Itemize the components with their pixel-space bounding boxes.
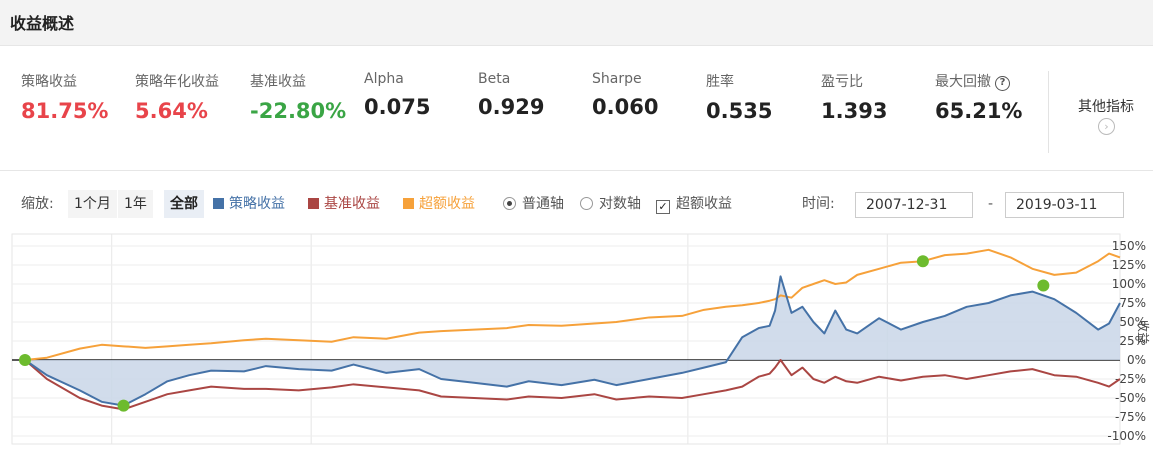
date-end-input[interactable]: 2019-03-11 (1005, 192, 1124, 218)
metric-label-text: 最大回撤 (935, 74, 991, 90)
legend-swatch (213, 198, 224, 209)
date-start-input[interactable]: 2007-12-31 (855, 192, 973, 218)
y-tick-label: 150% (1112, 239, 1146, 253)
radio-icon (580, 197, 593, 210)
metric-value: 65.21% (935, 99, 1023, 123)
metric-value: 81.75% (21, 99, 109, 123)
chart-toolbar: 缩放: 1个月 1年 全部 策略收益 基准收益 超额收益 普通轴 对数轴 ✓ 超额… (0, 190, 1153, 220)
y-tick-label: 125% (1112, 258, 1146, 272)
metric-profit-loss-ratio: 盈亏比 1.393 (821, 71, 887, 123)
metric-strategy-return: 策略收益 81.75% (21, 71, 108, 123)
y-tick-label: 0% (1127, 353, 1146, 367)
metric-value: 0.060 (592, 95, 659, 119)
zoom-1-year-button[interactable]: 1年 (118, 190, 153, 218)
metric-label: 策略年化收益 (135, 74, 219, 90)
metric-label: 盈亏比 (821, 74, 863, 90)
zoom-all-button[interactable]: 全部 (164, 190, 204, 218)
metric-max-drawdown: 最大回撤? 65.21% (935, 71, 1022, 123)
legend-excess[interactable]: 超额收益 (403, 190, 475, 218)
date-separator: - (988, 196, 994, 212)
y-tick-label: -75% (1115, 410, 1146, 424)
metric-alpha: Alpha 0.075 (364, 71, 430, 119)
chevron-right-circle-icon[interactable]: › (1098, 118, 1115, 135)
metric-value: 0.535 (706, 99, 773, 123)
axis-log-radio[interactable]: 对数轴 (580, 190, 641, 218)
chart-canvas[interactable]: 150%125%100%75%50%25%0%-25%-50%-75%-100%… (0, 232, 1153, 454)
checkbox-label: 超额收益 (676, 196, 732, 212)
metric-label: Beta (478, 71, 511, 87)
drawdown-marker (19, 354, 31, 366)
metric-annual-return: 策略年化收益 5.64% (135, 71, 219, 123)
metric-beta: Beta 0.929 (478, 71, 544, 119)
question-circle-icon[interactable]: ? (995, 76, 1010, 91)
metric-label: 胜率 (706, 74, 734, 90)
metric-value: 0.929 (478, 95, 545, 119)
legend-label: 策略收益 (229, 196, 285, 212)
metric-value: 0.075 (364, 95, 431, 119)
excess-return-checkbox[interactable]: ✓ 超额收益 (656, 190, 732, 218)
metric-value: 1.393 (821, 99, 888, 123)
legend-swatch (308, 198, 319, 209)
axis-normal-radio[interactable]: 普通轴 (503, 190, 564, 218)
metric-benchmark-return: 基准收益 -22.80% (250, 71, 346, 123)
metric-label: 基准收益 (250, 74, 306, 90)
more-metrics-link[interactable]: 其他指标 (1078, 96, 1134, 116)
radio-label: 普通轴 (522, 196, 564, 212)
legend-benchmark[interactable]: 基准收益 (308, 190, 380, 218)
metric-label: 策略收益 (21, 74, 77, 90)
drawdown-marker (117, 399, 130, 412)
radio-icon (503, 197, 516, 210)
zoom-label: 缩放: (21, 196, 54, 212)
metric-value: -22.80% (250, 99, 347, 123)
metric-label: Alpha (364, 71, 404, 87)
y-tick-label: 100% (1112, 277, 1146, 291)
checkmark-icon: ✓ (656, 200, 670, 214)
legend-label: 超额收益 (419, 196, 475, 212)
metric-value: 5.64% (135, 99, 208, 123)
y-axis-title: 收益 (1136, 320, 1150, 344)
radio-label: 对数轴 (599, 196, 641, 212)
y-tick-label: 75% (1119, 296, 1146, 310)
y-tick-label: -50% (1115, 391, 1146, 405)
drawdown-marker (916, 255, 929, 268)
returns-chart[interactable]: 150% 125% 100% 75% 50% 25% 0% -25% -50% -75% -100%… (0, 232, 1153, 454)
legend-label: 基准收益 (324, 196, 380, 212)
metrics-panel: 策略收益 81.75% 策略年化收益 5.64% 基准收益 -22.80% Al… (0, 46, 1153, 171)
zoom-1-month-button[interactable]: 1个月 (68, 190, 117, 218)
legend-swatch (403, 198, 414, 209)
metrics-divider (1048, 71, 1049, 153)
time-label: 时间: (802, 196, 835, 212)
metric-label: Sharpe (592, 71, 642, 87)
metric-win-rate: 胜率 0.535 (706, 71, 772, 123)
metric-label: 最大回撤? (935, 71, 1022, 91)
y-tick-label: -100% (1107, 429, 1146, 443)
drawdown-marker (1037, 279, 1050, 292)
section-title: 收益概述 (10, 14, 75, 33)
legend-strategy[interactable]: 策略收益 (213, 190, 285, 218)
section-header: 收益概述 (0, 0, 1153, 46)
metric-sharpe: Sharpe 0.060 (592, 71, 658, 119)
